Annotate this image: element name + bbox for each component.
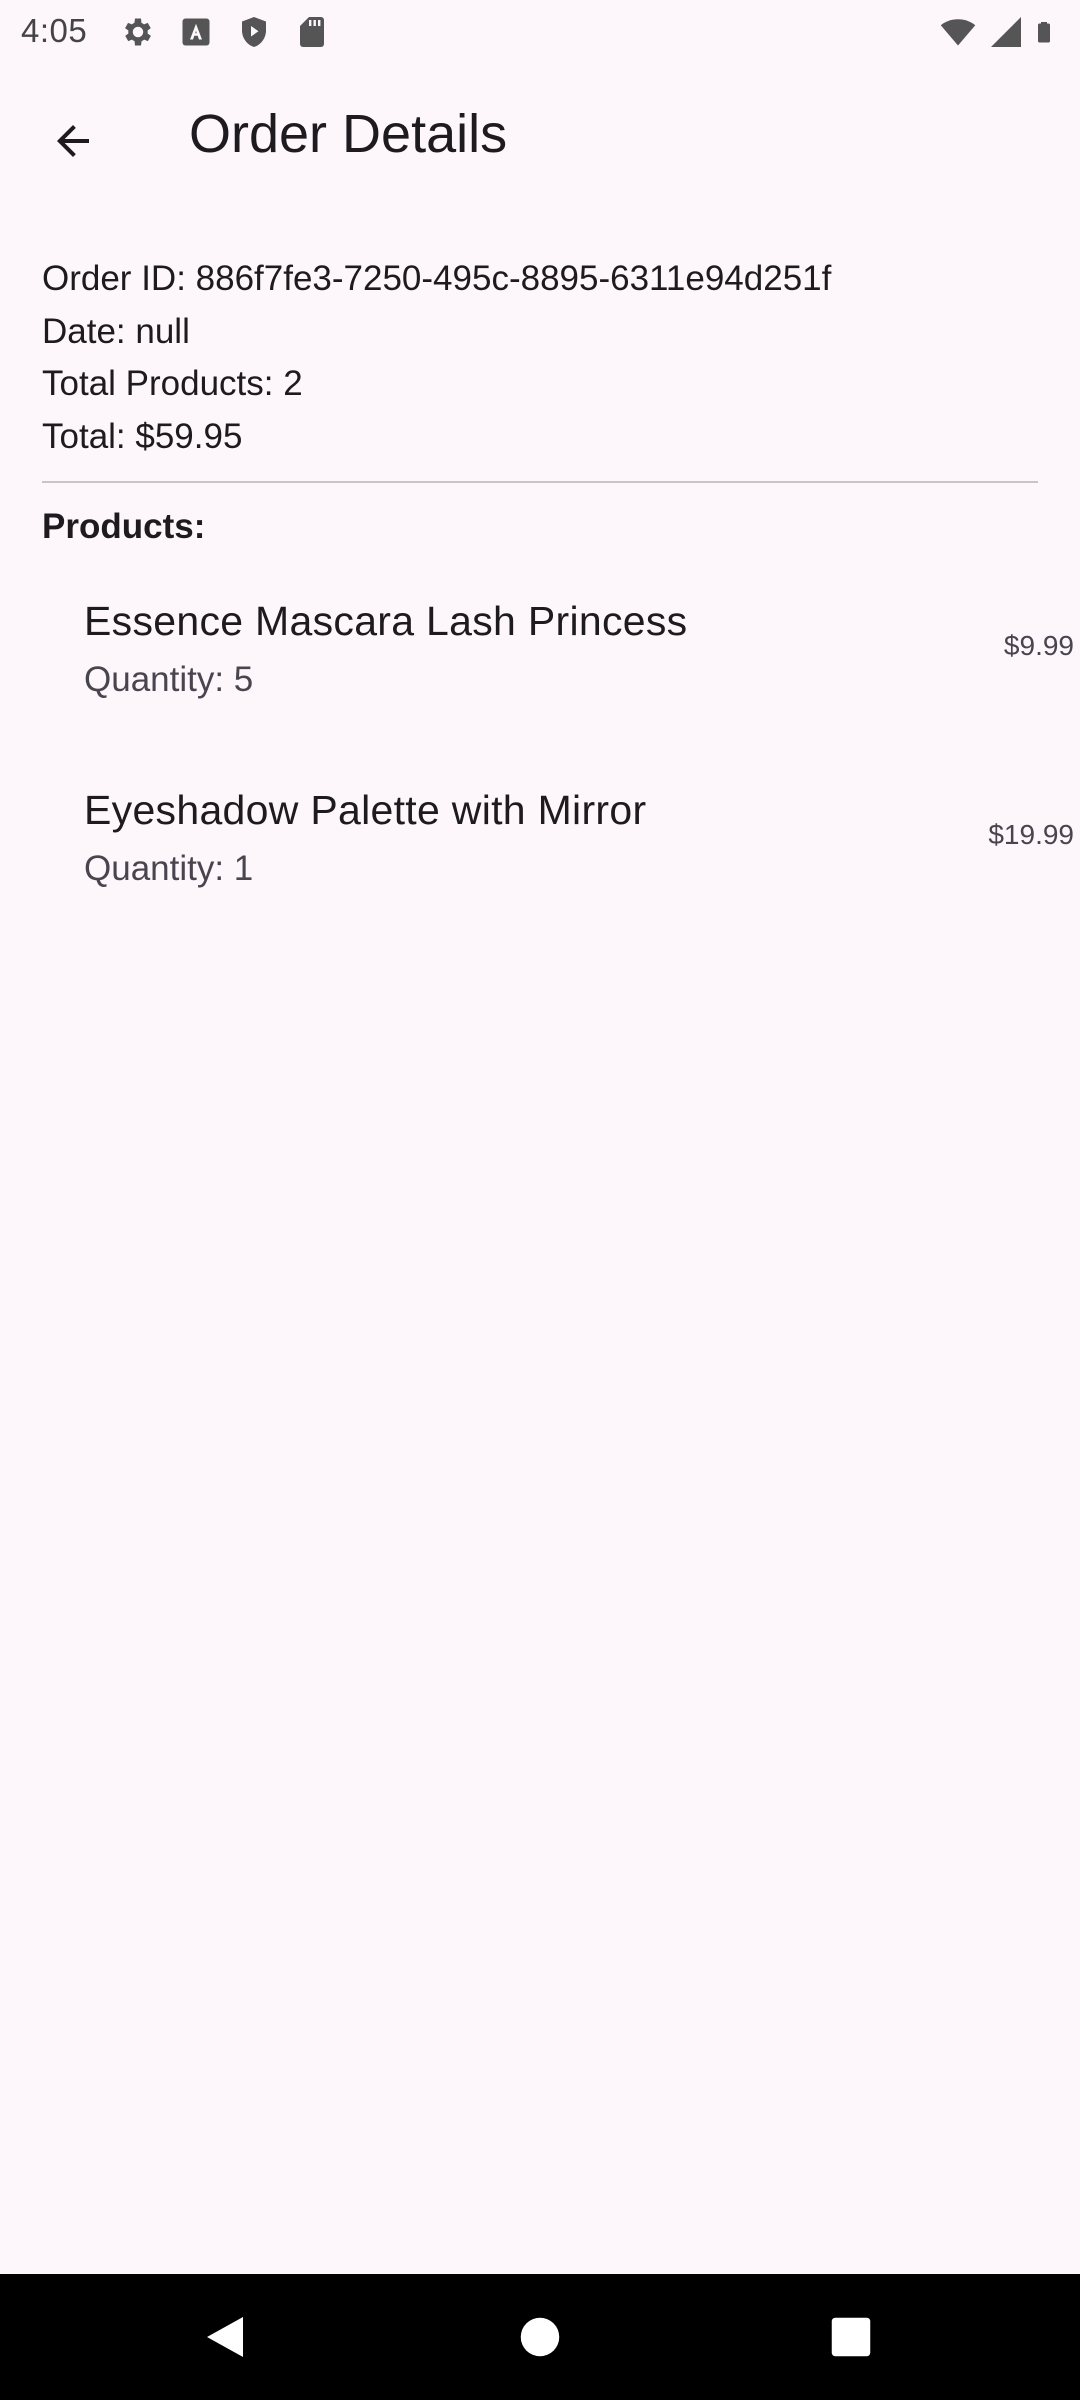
home-circle-icon <box>520 2317 560 2357</box>
back-triangle-icon <box>207 2317 243 2357</box>
nav-back-button[interactable] <box>192 2304 258 2370</box>
settings-icon <box>125 18 151 46</box>
summary-divider <box>42 481 1038 483</box>
app-bar: Order Details <box>0 62 1080 210</box>
total-products-text: Total Products: 2 <box>42 364 303 403</box>
order-date-text: Date: null <box>42 311 190 351</box>
product-quantity: Quantity: 5 <box>84 660 254 699</box>
product-name: Eyeshadow Palette with Mirror <box>84 787 647 833</box>
order-id-text: Order ID: 886f7fe3-7250-495c-8895-6311e9… <box>42 259 832 298</box>
shield-icon <box>242 17 266 47</box>
font-a-icon <box>182 18 210 46</box>
wifi-icon <box>940 19 976 46</box>
system-navigation-bar <box>0 2274 1080 2400</box>
status-bar: 4:05 <box>0 0 1080 62</box>
signal-icon <box>991 17 1021 47</box>
order-total-text: Total: $59.95 <box>42 416 243 456</box>
back-button[interactable] <box>34 102 112 180</box>
product-list-item[interactable]: Essence Mascara Lash Princess Quantity: … <box>84 598 1074 758</box>
battery-icon <box>1038 22 1050 43</box>
recents-square-icon <box>831 2317 871 2357</box>
nav-recents-button[interactable] <box>818 2304 884 2370</box>
product-list-item[interactable]: Eyeshadow Palette with Mirror Quantity: … <box>84 787 1074 947</box>
product-quantity: Quantity: 1 <box>84 849 254 888</box>
product-price: $19.99 <box>988 819 1074 850</box>
nav-home-button[interactable] <box>507 2304 573 2370</box>
order-summary: Order ID: 886f7fe3-7250-495c-8895-6311e9… <box>42 253 1038 463</box>
order-details-screen: 4:05 Order Details Order ID: 886f7fe3-72… <box>0 0 1080 2400</box>
products-heading: Products: <box>42 507 206 546</box>
sd-card-icon <box>300 17 324 47</box>
status-notification-icons <box>120 14 330 50</box>
product-price: $9.99 <box>1003 630 1074 661</box>
status-system-icons <box>940 14 1060 50</box>
page-title: Order Details <box>189 104 508 164</box>
product-name: Essence Mascara Lash Princess <box>84 598 688 644</box>
arrow-back-icon <box>57 125 89 157</box>
status-time: 4:05 <box>21 12 88 49</box>
